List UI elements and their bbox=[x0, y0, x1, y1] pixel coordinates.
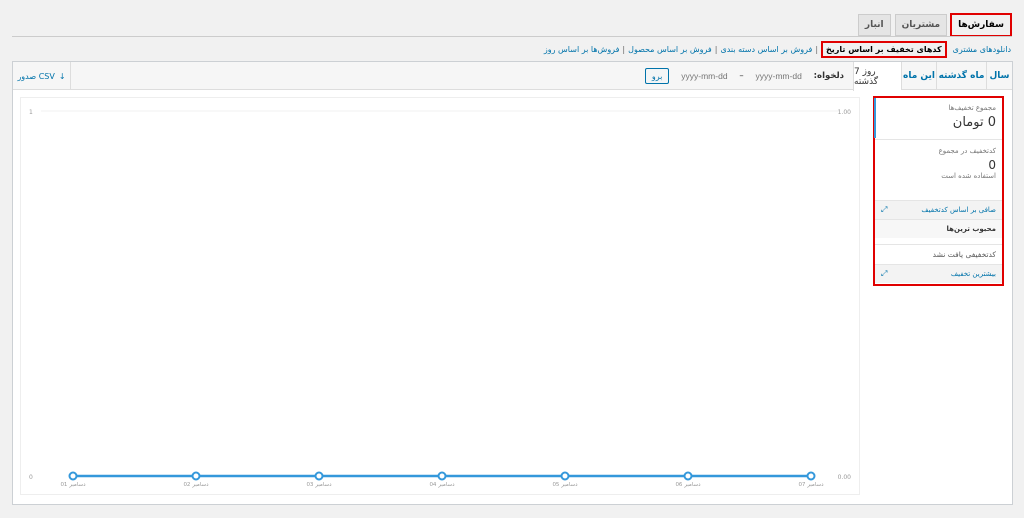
popular-coupons-row[interactable]: محبوب ترین‌ها bbox=[875, 219, 1002, 238]
x-tick-label: 07 دسامبر bbox=[798, 482, 824, 488]
range-dash: – bbox=[739, 71, 744, 81]
sublink-customer-downloads[interactable]: دانلودهای مشتری bbox=[953, 45, 1011, 54]
data-point bbox=[437, 471, 447, 481]
x-tick-label: 06 دسامبر bbox=[675, 482, 701, 488]
range-last-month[interactable]: ماه گذشته bbox=[936, 62, 986, 90]
sublink-sales-by-category[interactable]: فروش بر اساس دسته بندی bbox=[720, 45, 812, 54]
report-tabs: سفارش‌ها مشتریان انبار bbox=[857, 13, 1012, 37]
data-point bbox=[191, 471, 201, 481]
coupon-count-stat: کدتخفیف در مجموع 0 استفاده شده است bbox=[875, 147, 1002, 180]
data-point bbox=[683, 471, 693, 481]
x-tick-label: 04 دسامبر bbox=[429, 482, 455, 488]
coupon-chart: 1 0 1.00 0.00 01 دسامبر 02 دسامبر 03 دسامبر 04 … bbox=[29, 109, 852, 488]
coupon-count-label: کدتخفیف در مجموع bbox=[938, 147, 996, 155]
range-this-month[interactable]: این ماه bbox=[901, 62, 936, 90]
range-last-7-days[interactable]: 7 روز گذشته bbox=[853, 62, 901, 91]
no-coupon-row: کدتخفیفی یافت نشد bbox=[875, 244, 1002, 263]
y-tick-label-left: 1 bbox=[29, 109, 33, 116]
expand-icon[interactable]: ⤢ bbox=[881, 205, 887, 215]
end-date-input[interactable] bbox=[675, 71, 734, 81]
no-coupon-label: کدتخفیفی یافت نشد bbox=[932, 249, 996, 259]
expand-icon[interactable]: ⤢ bbox=[881, 269, 887, 279]
tab-stock[interactable]: انبار bbox=[857, 14, 891, 36]
sublink-coupons-by-date[interactable]: کدهای تخفیف بر اساس تاریخ bbox=[821, 41, 947, 58]
report-panel: سال ماه گذشته این ماه 7 روز گذشته دلخواه… bbox=[12, 61, 1013, 505]
separator: | bbox=[622, 45, 626, 54]
tab-customers[interactable]: مشتریان bbox=[894, 14, 948, 36]
export-csv-button[interactable]: صدور CSV ↓ bbox=[13, 62, 71, 90]
custom-label: دلخواه: bbox=[813, 71, 844, 81]
popular-label: محبوب ترین‌ها bbox=[946, 225, 997, 233]
y-tick-label-right: 0.00 bbox=[838, 474, 852, 481]
data-point bbox=[560, 471, 570, 481]
total-discount-stat: مجموع تخفیف‌ها 0 تومان bbox=[875, 104, 1002, 130]
coupon-count-sub: استفاده شده است bbox=[941, 172, 996, 180]
y-tick-label-right: 1.00 bbox=[838, 109, 852, 116]
data-point bbox=[806, 471, 816, 481]
divider bbox=[875, 139, 1002, 140]
data-point bbox=[68, 471, 78, 481]
x-tick-label: 05 دسامبر bbox=[552, 482, 578, 488]
start-date-input[interactable] bbox=[749, 71, 808, 81]
date-range-bar: سال ماه گذشته این ماه 7 روز گذشته دلخواه… bbox=[13, 62, 1012, 91]
sublink-sales-by-date[interactable]: فروش‌ها بر اساس روز bbox=[544, 45, 620, 54]
x-tick-label: 01 دسامبر bbox=[60, 482, 86, 488]
coupon-count-value: 0 bbox=[988, 158, 996, 172]
filter-by-coupon-header[interactable]: صافی بر اساس کدتخفیف ⤢ bbox=[875, 200, 1002, 219]
download-icon: ↓ bbox=[58, 71, 66, 81]
filter-label: صافی بر اساس کدتخفیف bbox=[921, 206, 996, 214]
separator: | bbox=[815, 45, 819, 54]
total-discount-value: 0 تومان bbox=[952, 115, 996, 130]
sublink-sales-by-product[interactable]: فروش بر اساس محصول bbox=[628, 45, 712, 54]
x-tick-label: 02 دسامبر bbox=[183, 482, 209, 488]
custom-range: دلخواه: – برو bbox=[644, 62, 844, 90]
range-year[interactable]: سال bbox=[986, 62, 1012, 90]
separator: | bbox=[714, 45, 718, 54]
export-label: صدور CSV bbox=[17, 71, 55, 81]
most-discount-label: بیشترین تخفیف bbox=[950, 270, 996, 278]
summary-panel: مجموع تخفیف‌ها 0 تومان کدتخفیف در مجموع … bbox=[873, 96, 1004, 286]
total-discount-label: مجموع تخفیف‌ها bbox=[948, 104, 996, 112]
data-point bbox=[314, 471, 324, 481]
report-sublinks: فروش‌ها بر اساس روز | فروش بر اساس محصول… bbox=[544, 41, 1011, 58]
chart-area: 1 0 1.00 0.00 01 دسامبر 02 دسامبر 03 دسامبر 04 … bbox=[20, 97, 860, 495]
tab-orders[interactable]: سفارش‌ها bbox=[950, 13, 1012, 37]
go-button[interactable]: برو bbox=[644, 68, 670, 84]
most-discount-header[interactable]: بیشترین تخفیف ⤢ bbox=[875, 264, 1002, 283]
tab-divider bbox=[12, 36, 1012, 37]
x-tick-label: 03 دسامبر bbox=[306, 482, 332, 488]
y-tick-label-left: 0 bbox=[29, 474, 33, 481]
